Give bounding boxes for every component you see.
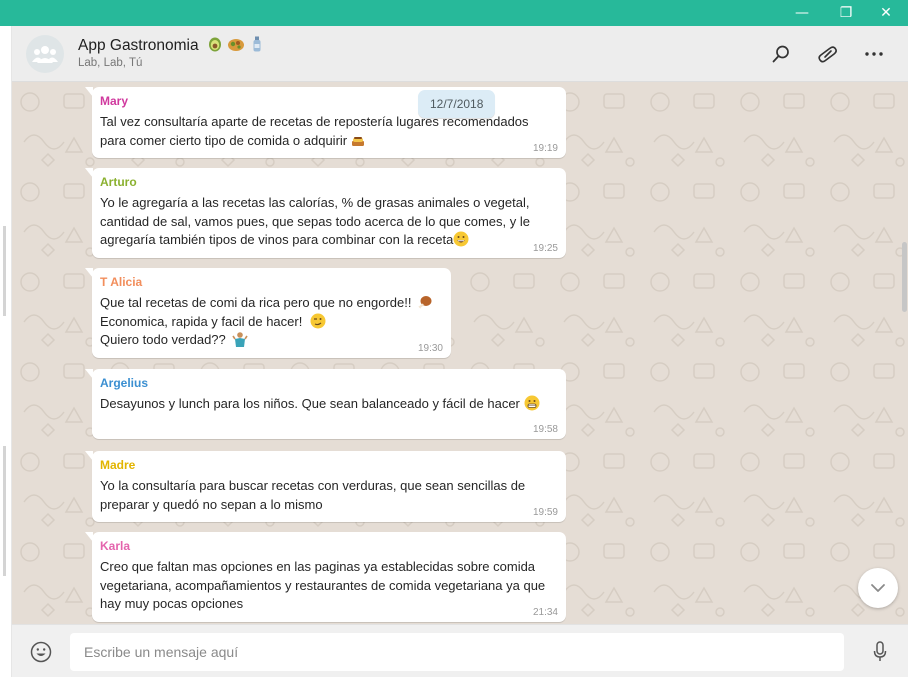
bubble-tail [85, 268, 93, 278]
group-avatar[interactable] [26, 35, 64, 73]
microphone-icon [873, 641, 887, 661]
sender-name[interactable]: T Alicia [100, 274, 443, 290]
bubble-tail [85, 87, 93, 97]
falafel-emoji [228, 39, 245, 51]
message-text-content: Tal vez consultaría aparte de recetas de… [100, 114, 529, 148]
message-text-content: Economica, rapida y facil de hacer! [100, 313, 303, 329]
message-time: 19:59 [532, 507, 558, 518]
search-icon [772, 45, 789, 63]
message-time: 19:25 [532, 242, 558, 254]
message-input[interactable] [70, 633, 844, 671]
message-text-content: Quiero todo verdad?? [100, 332, 226, 347]
menu-button[interactable] [860, 40, 888, 68]
sender-name[interactable]: Arturo [100, 174, 558, 190]
chat-header[interactable]: App Gastronomia Lab, Lab, Tú [12, 26, 908, 82]
message-bubble[interactable]: Karla Creo que faltan mas opciones en la… [85, 532, 566, 622]
chat-title-text: App Gastronomia [78, 37, 199, 54]
smiley-icon [30, 641, 52, 663]
message-list[interactable]: Mary Tal vez consultaría aparte de recet… [12, 82, 908, 624]
bubble-tail [85, 369, 93, 379]
voice-note-button[interactable] [868, 639, 892, 665]
message-text-content: Que tal recetas de comi da rica pero que… [100, 295, 412, 310]
more-icon [865, 52, 883, 56]
emoji-button[interactable] [28, 639, 54, 665]
list-scrollbar-lower [3, 446, 6, 576]
maximize-button[interactable]: ❐ [826, 0, 866, 26]
message-time: 21:34 [532, 606, 558, 618]
chat-title[interactable]: App Gastronomia [78, 36, 264, 55]
message-bubble[interactable]: Arturo Yo le agregaría a las recetas las… [85, 168, 566, 258]
poultry-leg-emoji [418, 296, 432, 309]
bubble-tail [85, 451, 93, 461]
custard-emoji [352, 136, 365, 146]
chat-scrollbar[interactable] [902, 242, 907, 312]
bubble-tail [85, 532, 93, 542]
list-scrollbar[interactable] [3, 226, 6, 316]
window-titlebar: — ❐ ✕ [0, 0, 908, 26]
sender-name[interactable]: Argelius [100, 375, 558, 391]
sender-name[interactable]: Madre [100, 457, 558, 473]
chat-list-edge [0, 26, 12, 677]
close-button[interactable]: ✕ [866, 0, 906, 26]
message-text-content: Desayunos y lunch para los niños. Que se… [100, 396, 520, 411]
grinning-emoji [453, 231, 469, 247]
message-bubble[interactable]: Madre Yo la consultaría para buscar rece… [85, 451, 566, 522]
message-text: Yo le agregaría a las recetas las calorí… [100, 194, 558, 250]
attach-button[interactable] [813, 40, 841, 68]
search-button[interactable] [767, 40, 795, 68]
attach-icon [818, 46, 837, 63]
message-text: Yo la consultaría para buscar recetas co… [100, 478, 526, 512]
minimize-button[interactable]: — [782, 0, 822, 26]
message-text: Creo que faltan mas opciones en las pagi… [100, 559, 546, 611]
grimacing-emoji [524, 395, 540, 411]
shrug-emoji [232, 332, 248, 347]
bottle-emoji [253, 36, 261, 52]
message-time: 19:19 [532, 143, 558, 154]
message-bubble[interactable]: T Alicia Que tal recetas de comi da rica… [85, 268, 451, 358]
message-text: Tal vez consultaría aparte de recetas de… [100, 113, 558, 150]
scroll-to-bottom-button[interactable] [858, 568, 898, 608]
message-line: Quiero todo verdad?? [100, 331, 443, 350]
message-line: Que tal recetas de comi da rica pero que… [100, 294, 443, 313]
date-chip: 12/7/2018 [418, 90, 496, 118]
group-icon [32, 46, 58, 63]
message-time: 19:30 [417, 342, 443, 354]
message-composer [12, 624, 908, 677]
message-time: 19:58 [532, 424, 558, 435]
avocado-emoji [208, 37, 221, 52]
winking-emoji [310, 313, 326, 328]
message-line: Economica, rapida y facil de hacer! [100, 313, 443, 332]
participants: Lab, Lab, Tú [78, 57, 143, 69]
sender-name[interactable]: Karla [100, 538, 558, 554]
bubble-tail [85, 168, 93, 178]
chevron-down-icon [871, 584, 885, 592]
message-bubble[interactable]: Argelius Desayunos y lunch para los niño… [85, 369, 566, 439]
message-text: Desayunos y lunch para los niños. Que se… [100, 395, 558, 414]
